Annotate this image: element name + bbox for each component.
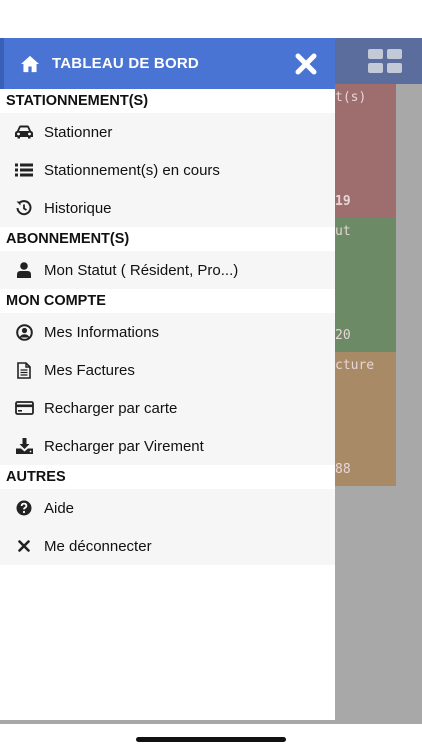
background-card[interactable]: ut 20 <box>335 218 396 352</box>
menu-item-label: Historique <box>44 199 112 217</box>
menu-item-mes-informations[interactable]: Mes Informations <box>0 313 335 351</box>
menu-item-label: Stationnement(s) en cours <box>44 161 220 179</box>
card-title: t(s) <box>335 90 367 105</box>
credit-card-icon <box>14 399 34 417</box>
menu-item-stationnements-en-cours[interactable]: Stationnement(s) en cours <box>0 151 335 189</box>
list-icon <box>14 161 34 179</box>
menu-item-label: Stationner <box>44 123 113 141</box>
menu-item-historique[interactable]: Historique <box>0 189 335 227</box>
menu-item-mes-factures[interactable]: Mes Factures <box>0 351 335 389</box>
menu-item-stationner[interactable]: Stationner <box>0 113 335 151</box>
menu-item-recharger-par-virement[interactable]: Recharger par Virement <box>0 427 335 465</box>
user-icon <box>14 261 34 279</box>
times-icon <box>14 537 34 555</box>
menu-item-label: Mon Statut ( Résident, Pro...) <box>44 261 239 279</box>
drawer-header[interactable]: TABLEAU DE BORD <box>0 38 335 89</box>
menu-item-label: Aide <box>44 499 75 517</box>
section-title-mon-compte: MON COMPTE <box>0 289 335 313</box>
card-number: 19 <box>335 194 351 209</box>
home-indicator[interactable] <box>136 737 286 742</box>
car-icon <box>14 123 34 141</box>
download-icon <box>14 437 34 455</box>
menu-item-label: Mes Informations <box>44 323 160 341</box>
document-icon <box>14 361 34 379</box>
section-title-abonnements: ABONNEMENT(S) <box>0 227 335 251</box>
menu-item-label: Recharger par Virement <box>44 437 204 455</box>
background-card[interactable]: t(s) 19 <box>335 84 396 218</box>
close-button[interactable] <box>293 51 319 77</box>
close-icon <box>295 53 317 75</box>
drawer-title: TABLEAU DE BORD <box>52 55 199 72</box>
card-number: 20 <box>335 328 351 343</box>
menu-item-label: Me déconnecter <box>44 537 152 555</box>
menu-item-me-deconnecter[interactable]: Me déconnecter <box>0 527 335 565</box>
grid-icon[interactable] <box>368 49 402 73</box>
section-title-autres: AUTRES <box>0 465 335 489</box>
card-title: cture <box>335 358 375 373</box>
background-card[interactable]: cture 88 <box>335 352 396 486</box>
menu-item-label: Mes Factures <box>44 361 135 379</box>
menu-item-recharger-par-carte[interactable]: Recharger par carte <box>0 389 335 427</box>
user-circle-icon <box>14 323 34 341</box>
history-icon <box>14 199 34 217</box>
navigation-drawer: TABLEAU DE BORD STATIONNEMENT(S) Station… <box>0 38 335 720</box>
menu-item-label: Recharger par carte <box>44 399 178 417</box>
home-icon <box>21 55 39 72</box>
menu-item-aide[interactable]: Aide <box>0 489 335 527</box>
question-circle-icon <box>14 499 34 517</box>
card-number: 88 <box>335 462 351 477</box>
menu-item-mon-statut[interactable]: Mon Statut ( Résident, Pro...) <box>0 251 335 289</box>
card-title: ut <box>335 224 351 239</box>
section-title-stationnements: STATIONNEMENT(S) <box>0 89 335 113</box>
